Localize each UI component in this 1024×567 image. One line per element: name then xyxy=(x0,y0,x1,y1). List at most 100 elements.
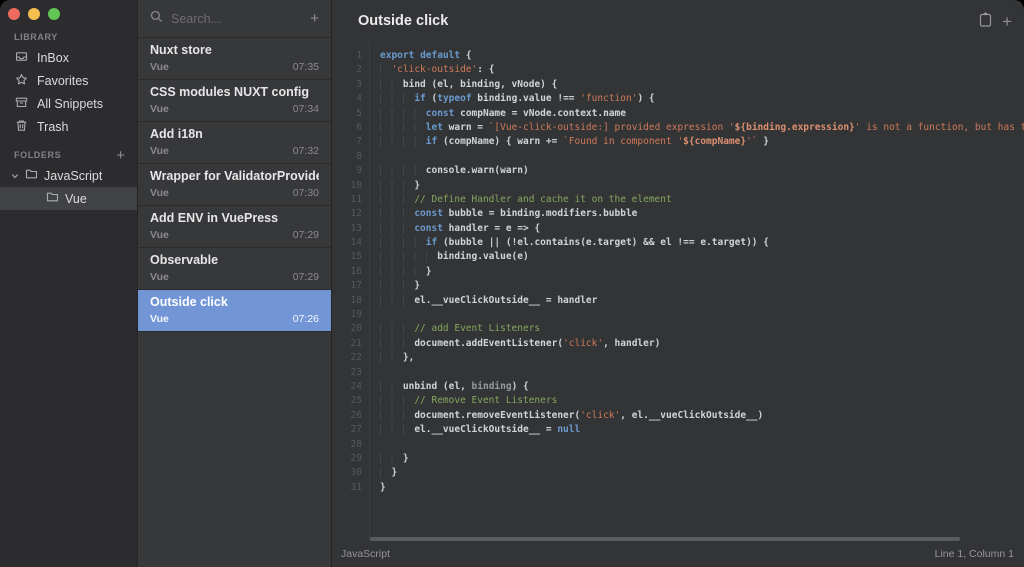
clipboard-icon xyxy=(979,12,992,30)
status-bar: JavaScript Line 1, Column 1 xyxy=(332,541,1024,567)
snippet-item-title: Add i18n xyxy=(150,127,203,141)
zoom-button[interactable] xyxy=(48,8,60,20)
code-line: const bubble = binding.modifiers.bubble xyxy=(380,207,1024,221)
snippet-list-item[interactable]: Add ENV in VuePress Vue 07:29 xyxy=(138,206,331,248)
snippet-item-meta: Vue 07:32 xyxy=(150,145,319,157)
folder-item-vue[interactable]: Vue xyxy=(0,187,137,210)
chevron-down-icon[interactable] xyxy=(11,169,19,183)
code-line: if (bubble || (!el.contains(e.target) &&… xyxy=(380,236,1024,250)
snippet-item-title: Wrapper for ValidatorProvider xyxy=(150,169,319,183)
snippet-item-title: CSS modules NUXT config xyxy=(150,85,310,99)
snippet-item-title: Add ENV in VuePress xyxy=(150,211,279,225)
code-line: } xyxy=(380,481,386,493)
sidebar-item-label: Trash xyxy=(37,119,69,134)
snippet-item-tag: Vue xyxy=(150,145,169,157)
folder-icon xyxy=(25,168,38,183)
line-number: 23 xyxy=(350,366,362,378)
inbox-icon xyxy=(15,50,28,66)
horizontal-scrollbar[interactable] xyxy=(370,537,960,541)
sidebar-item-all-snippets[interactable]: All Snippets xyxy=(0,92,137,115)
snippet-item-meta: Vue 07:30 xyxy=(150,187,319,199)
line-number: 26 xyxy=(350,409,362,421)
folder-icon xyxy=(46,191,59,206)
folder-item-javascript[interactable]: JavaScript xyxy=(0,164,137,187)
search-bar[interactable]: Search... + xyxy=(138,0,331,38)
sidebar-item-label: All Snippets xyxy=(37,96,104,111)
folder-label: Vue xyxy=(65,191,87,206)
code-line: console.warn(warn) xyxy=(380,164,1024,178)
snippet-list-item[interactable]: Wrapper for ValidatorProvider Vue 07:30 xyxy=(138,164,331,206)
add-fragment-button[interactable]: + xyxy=(1002,13,1012,30)
line-number: 6 xyxy=(356,121,362,133)
line-number: 18 xyxy=(350,294,362,306)
folder-label: JavaScript xyxy=(44,168,103,183)
code-line: document.removeEventListener('click', el… xyxy=(380,409,1024,423)
line-number: 19 xyxy=(350,309,362,321)
folders-section-label: FOLDERS xyxy=(14,150,62,160)
snippet-list-item[interactable]: Nuxt store Vue 07:35 xyxy=(138,38,331,80)
snippet-list-item[interactable]: Add i18n Vue 07:32 xyxy=(138,122,331,164)
folder-tree: JavaScript Vue xyxy=(0,164,137,210)
code-line: // Define Handler and cache it on the el… xyxy=(380,193,1024,207)
snippet-list-item[interactable]: Observable Vue 07:29 xyxy=(138,248,331,290)
line-number: 31 xyxy=(350,481,362,493)
line-number: 13 xyxy=(350,222,362,234)
line-number: 8 xyxy=(356,150,362,162)
snippet-item-time: 07:29 xyxy=(292,229,319,241)
snippet-item-meta: Vue 07:34 xyxy=(150,103,319,115)
line-number: 12 xyxy=(350,208,362,220)
line-number: 1 xyxy=(356,50,362,61)
snippet-list-panel: Search... + Nuxt store Vue 07:35 CSS module… xyxy=(137,0,332,567)
code-line: // Remove Event Listeners xyxy=(380,394,1024,408)
snippet-list-item[interactable]: CSS modules NUXT config Vue 07:34 xyxy=(138,80,331,122)
line-number: 21 xyxy=(350,337,362,349)
line-number: 4 xyxy=(356,93,362,105)
line-number: 29 xyxy=(350,452,362,464)
snippet-item-title: Outside click xyxy=(150,295,228,309)
snippet-item-meta: Vue 07:29 xyxy=(150,271,319,283)
code-line: let warn = `[Vue-click-outside:] provide… xyxy=(380,121,1024,135)
line-number: 14 xyxy=(350,237,362,249)
sidebar-item-favorites[interactable]: Favorites xyxy=(0,69,137,92)
snippet-item-time: 07:32 xyxy=(292,145,319,157)
snippet-item-tag: Vue xyxy=(150,187,169,199)
editor-header: Outside click + xyxy=(332,0,1024,42)
line-number: 2 xyxy=(356,64,362,76)
add-snippet-button[interactable]: + xyxy=(310,11,319,26)
code-line: 'click-outside': { xyxy=(380,63,1024,77)
snippet-list-item[interactable]: Outside click Vue 07:26 xyxy=(138,290,331,332)
code-line: } xyxy=(380,279,1024,293)
window-controls xyxy=(0,0,137,20)
copy-clipboard-button[interactable] xyxy=(979,12,992,30)
line-number: 15 xyxy=(350,251,362,263)
cursor-position: Line 1, Column 1 xyxy=(934,548,1014,560)
minimize-button[interactable] xyxy=(28,8,40,20)
snippet-item-tag: Vue xyxy=(150,61,169,73)
line-number: 25 xyxy=(350,395,362,407)
line-number: 7 xyxy=(356,136,362,148)
snippet-item-title: Nuxt store xyxy=(150,43,212,57)
snippet-item-time: 07:29 xyxy=(292,271,319,283)
sidebar-item-trash[interactable]: Trash xyxy=(0,115,137,138)
line-number: 30 xyxy=(350,467,362,479)
code-line: } xyxy=(380,466,1024,480)
snippet-title: Outside click xyxy=(358,13,449,29)
code-editor[interactable]: export default { 'click-outside': { bind… xyxy=(370,42,1024,541)
line-numbers: 1 2 3 4 5 6 7 8 9 10 11 12 13 14 15 16 17 18 19 20 21 22 23 24 2… xyxy=(332,42,370,541)
snippet-item-time: 07:34 xyxy=(292,103,319,115)
sidebar-item-label: InBox xyxy=(37,50,69,65)
line-number: 11 xyxy=(350,193,362,205)
close-button[interactable] xyxy=(8,8,20,20)
snippet-item-title: Observable xyxy=(150,253,219,267)
line-number: 16 xyxy=(350,265,362,277)
add-folder-button[interactable]: + xyxy=(116,148,125,163)
code-line: }, xyxy=(380,351,1024,365)
code-line: const handler = e => { xyxy=(380,222,1024,236)
trash-icon xyxy=(15,119,28,135)
code-line: unbind (el, binding) { xyxy=(380,380,1024,394)
search-input[interactable]: Search... xyxy=(171,12,302,26)
sidebar-item-inbox[interactable]: InBox xyxy=(0,46,137,69)
